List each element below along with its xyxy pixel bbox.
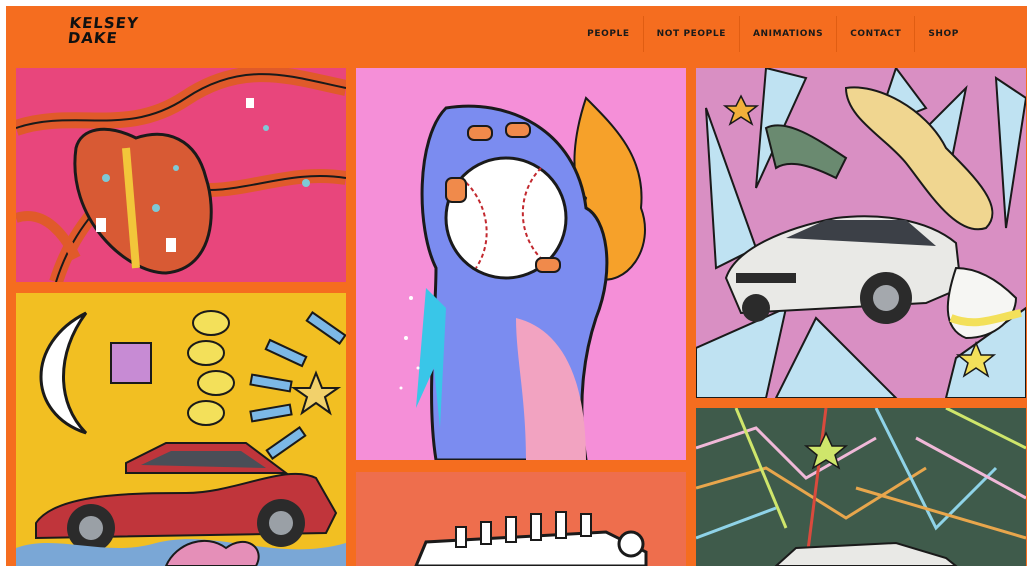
tile-red-suv-illustration[interactable] [16,293,346,566]
engine-illustration-art [414,511,648,566]
heart-illustration-art [16,68,346,282]
tile-heart-illustration[interactable] [16,68,346,282]
nav-shop[interactable]: SHOP [914,16,972,52]
site-logo[interactable]: KELSEY DAKE [66,14,140,58]
red-suv-illustration-art [16,310,346,566]
tile-baseball-illustration[interactable] [356,68,686,460]
baseball-illustration-art [399,96,646,460]
green-lines-illustration-art [696,408,1026,566]
tile-engine-illustration[interactable] [356,472,686,566]
site-header: KELSEY DAKE PEOPLE NOT PEOPLE ANIMATIONS… [6,6,1027,64]
nav-people[interactable]: PEOPLE [574,16,642,52]
main-nav: PEOPLE NOT PEOPLE ANIMATIONS CONTACT SHO… [574,16,972,52]
nav-not-people[interactable]: NOT PEOPLE [642,16,739,52]
tile-green-lines-illustration[interactable] [696,408,1026,566]
nav-contact[interactable]: CONTACT [836,16,914,52]
white-suv-illustration-art [696,68,1026,398]
tile-white-suv-illustration[interactable] [696,68,1026,398]
logo-line-2: DAKE [66,29,119,47]
nav-animations[interactable]: ANIMATIONS [738,16,836,52]
page-frame: KELSEY DAKE PEOPLE NOT PEOPLE ANIMATIONS… [6,6,1027,566]
